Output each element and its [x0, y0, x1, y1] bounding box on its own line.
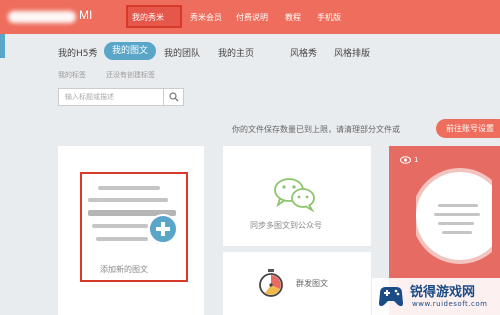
- search-box: [58, 88, 184, 106]
- logo-blurred: [8, 11, 76, 23]
- search-input[interactable]: [59, 89, 163, 105]
- view-count: 1: [414, 156, 419, 164]
- eye-icon: [400, 156, 411, 164]
- tab-my-h5[interactable]: 我的H5秀: [58, 46, 98, 59]
- tab-style-show[interactable]: 风格秀: [290, 46, 317, 59]
- tab-my-team[interactable]: 我的团队: [164, 46, 200, 59]
- nav-item-membership[interactable]: 秀米会员: [190, 12, 222, 23]
- search-icon: [169, 92, 179, 102]
- nav-item-my-xiumi[interactable]: 我的秀米: [132, 12, 164, 23]
- logo-text: MI: [79, 8, 93, 22]
- tab-style-layout[interactable]: 风格排版: [334, 46, 370, 59]
- nav-item-pricing[interactable]: 付费说明: [236, 12, 268, 23]
- watermark-title: 锐得游戏网: [410, 285, 476, 300]
- gamepad-logo-icon: [379, 287, 403, 307]
- tab-my-articles[interactable]: 我的图文: [104, 42, 156, 60]
- wechat-icon: [274, 178, 315, 212]
- add-new-article-label: 添加新的图文: [100, 265, 148, 274]
- watermark-url: www.ruidesoft.com: [412, 300, 488, 308]
- plus-icon: [148, 214, 178, 244]
- tab-my-homepage[interactable]: 我的主页: [218, 46, 254, 59]
- account-settings-button[interactable]: 前往账号设置: [436, 119, 500, 138]
- my-tags-label[interactable]: 我的标签: [58, 70, 86, 80]
- article-cover-icon: [416, 168, 492, 264]
- side-indicator: [0, 34, 5, 58]
- mass-send-label: 群发图文: [296, 279, 328, 288]
- no-tags-text: 还没有创建标签: [106, 71, 155, 79]
- storage-limit-notice: 你的文件保存数量已到上限，请清理部分文件或: [232, 125, 400, 134]
- timer-icon: [259, 269, 283, 297]
- search-button[interactable]: [163, 89, 183, 105]
- nav-item-mobile[interactable]: 手机版: [317, 12, 341, 23]
- sync-articles-label: 同步多图文到公众号: [250, 221, 322, 230]
- nav-item-tutorial[interactable]: 教程: [285, 12, 301, 23]
